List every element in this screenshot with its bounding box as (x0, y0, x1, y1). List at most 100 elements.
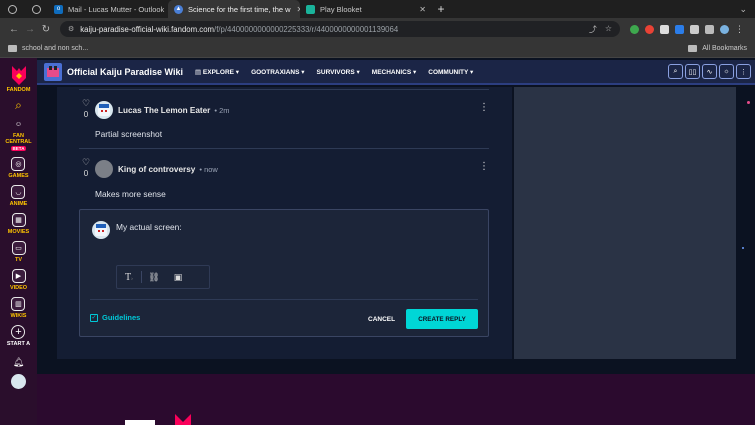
tab-fandom[interactable]: ▲ Science for the first time, the w ✕ (168, 0, 300, 18)
tab-pinned-1[interactable] (0, 0, 24, 18)
tab-outlook[interactable]: o Mail - Lucas Mutter - Outlook ✕ (48, 0, 168, 18)
profile-avatar[interactable] (720, 24, 729, 34)
extension-icon[interactable] (675, 24, 684, 34)
time-value: 2m (219, 105, 230, 115)
chevron-down-icon[interactable]: ⌄ (739, 0, 755, 18)
nav-label: COMMUNITY (428, 68, 469, 76)
forward-icon[interactable]: → (22, 24, 38, 35)
nav-mechanics[interactable]: MECHANICS ▾ (372, 68, 416, 76)
divider (79, 148, 489, 149)
rail-user-avatar[interactable] (11, 374, 26, 389)
reply-editor[interactable]: My actual screen: T› ⛓ ▣ ✓ Guidelines CA… (79, 209, 489, 337)
gamepad-icon: ◎ (11, 157, 26, 171)
rail-tv[interactable]: ▭ TV (11, 241, 26, 263)
link-icon[interactable]: ⛓ (142, 272, 166, 283)
avatar[interactable] (95, 101, 113, 119)
create-reply-button[interactable]: CREATE REPLY (406, 309, 478, 329)
address-bar[interactable]: ⚙ kaiju-paradise-official-wiki.fandom.co… (60, 21, 620, 37)
close-icon[interactable]: ✕ (413, 5, 426, 14)
browser-tab-strip: o Mail - Lucas Mutter - Outlook ✕ ▲ Scie… (0, 0, 755, 18)
rail-movies[interactable]: ▦ MOVIES (8, 213, 29, 235)
wiki-title[interactable]: Official Kaiju Paradise Wiki (67, 67, 183, 77)
nav-gootraxians[interactable]: GOOTRAXIANS ▾ (251, 68, 304, 76)
theme-toggle-icon[interactable]: ☼ (719, 64, 734, 79)
extensions-area: ⋮ (630, 24, 744, 34)
bookmark-folder[interactable]: school and non sch... (22, 45, 88, 52)
heart-icon[interactable]: ♡ (79, 98, 93, 109)
nav-label: MECHANICS (371, 68, 412, 76)
folder-icon (8, 45, 17, 52)
site-info-icon[interactable]: ⚙ (68, 25, 74, 33)
anime-icon: ◡ (11, 185, 26, 199)
rail-wikis[interactable]: ▥ WIKIS (10, 297, 27, 319)
rail-label: WIKIS (10, 313, 27, 319)
rail-label: VIDEO (9, 285, 28, 291)
tab-title: Play Blooket (320, 4, 362, 14)
rail-anime[interactable]: ◡ ANIME (9, 185, 28, 207)
play-icon: ▶ (11, 269, 26, 283)
extension-icon[interactable] (705, 24, 714, 34)
rail-start-wiki[interactable]: + START A (7, 325, 30, 347)
rail-label: ANIME (9, 201, 28, 207)
rail-games[interactable]: ◎ GAMES (8, 157, 29, 179)
fandom-tab-icon: ▲ (174, 4, 183, 14)
image-icon[interactable]: ▣ (166, 272, 190, 283)
tab-blooket[interactable]: Play Blooket ✕ (300, 0, 432, 18)
nav-explore[interactable]: ▤ EXPLORE ▾ (195, 68, 239, 76)
back-icon[interactable]: ← (6, 24, 22, 35)
rail-label: FAN CENTRAL (5, 133, 32, 145)
more-options-icon[interactable]: ⋮ (479, 102, 489, 113)
reply-input[interactable]: My actual screen: (116, 222, 182, 232)
rail-search[interactable]: ⌕ (15, 99, 22, 111)
wiki-header: Official Kaiju Paradise Wiki ▤ EXPLORE ▾… (37, 60, 755, 85)
rail-notifications[interactable]: 🔔︎ (13, 357, 24, 368)
share-icon[interactable]: ⤴ (589, 24, 597, 35)
tab-pinned-2[interactable] (24, 0, 48, 18)
cancel-button[interactable]: CANCEL (368, 316, 395, 323)
reload-icon[interactable]: ↻ (38, 24, 54, 35)
user-avatar (11, 374, 26, 389)
extension-icon[interactable] (660, 24, 669, 34)
blooket-icon (306, 4, 315, 14)
rail-label-fandom: FANDOM (6, 87, 31, 93)
fandom-rail: FANDOM ⌕ ☺ FAN CENTRAL BETA ◎ GAMES ◡ AN… (0, 58, 37, 425)
all-bookmarks[interactable]: All Bookmarks (702, 45, 747, 52)
heart-icon[interactable]: ♡ (79, 157, 93, 168)
rail-video[interactable]: ▶ VIDEO (10, 269, 27, 291)
book-open-icon[interactable]: ▯▯ (685, 64, 700, 79)
time-value: now (204, 164, 218, 174)
wiki-nav: ▤ EXPLORE ▾ GOOTRAXIANS ▾ SURVIVORS ▾ ME… (195, 68, 473, 76)
guidelines-link[interactable]: ✓ Guidelines (90, 313, 140, 322)
guidelines-label: Guidelines (102, 313, 141, 322)
globe-icon (31, 4, 41, 14)
fandom-footer (37, 374, 755, 425)
activity-icon[interactable]: ∿ (702, 64, 717, 79)
extension-icon[interactable] (645, 24, 654, 34)
footer-logo-icon (125, 414, 191, 425)
nav-community[interactable]: COMMUNITY ▾ (428, 68, 473, 76)
extension-icon[interactable] (630, 24, 639, 34)
text-format-icon[interactable]: T› (117, 272, 141, 283)
nav-survivors[interactable]: SURVIVORS ▾ (317, 68, 360, 76)
new-tab-button[interactable]: + (432, 0, 450, 18)
author-name[interactable]: Lucas The Lemon Eater (118, 106, 210, 115)
star-icon[interactable]: ☆ (605, 24, 612, 35)
wiki-logo-icon[interactable] (44, 62, 62, 81)
rail-label: MOVIES (7, 229, 30, 235)
nav-label: GOOTRAXIANS (251, 68, 300, 76)
puzzle-icon[interactable] (690, 24, 699, 34)
rail-fan-central[interactable]: ☺ FAN CENTRAL BETA (4, 117, 34, 151)
more-options-icon[interactable]: ⋮ (479, 161, 489, 172)
tab-title: Science for the first time, the w (188, 4, 291, 14)
vote-count: 0 (83, 110, 89, 119)
menu-icon[interactable]: ⋮ (735, 24, 744, 34)
post-text: Makes more sense (95, 189, 166, 199)
avatar[interactable] (95, 160, 113, 178)
vote: ♡ 0 (79, 157, 93, 178)
author-name[interactable]: King of controversy (118, 165, 195, 174)
search-icon[interactable]: ⌕ (668, 64, 683, 79)
more-icon[interactable]: ⋮ (736, 64, 751, 79)
fandom-logo-icon[interactable] (9, 64, 29, 86)
divider (79, 89, 489, 90)
close-icon[interactable]: ✕ (291, 5, 300, 14)
